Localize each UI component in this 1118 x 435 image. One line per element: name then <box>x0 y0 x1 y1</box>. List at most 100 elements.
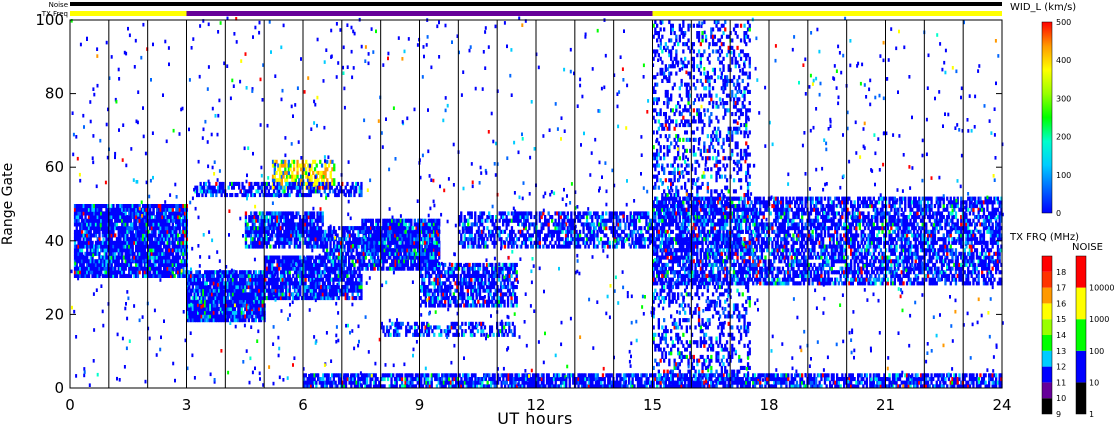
data-cell <box>570 215 573 220</box>
data-cell <box>305 159 308 164</box>
data-cell <box>373 248 376 253</box>
data-cell <box>382 266 385 271</box>
data-cell <box>310 178 313 183</box>
data-cell <box>221 277 224 282</box>
data-cell <box>654 218 657 223</box>
data-cell <box>413 218 416 223</box>
data-cell <box>360 281 363 286</box>
data-cell <box>634 222 638 227</box>
data-cell <box>175 229 178 234</box>
data-cell <box>329 244 332 249</box>
data-cell <box>280 181 283 186</box>
data-cell <box>619 222 622 227</box>
data-cell <box>140 262 143 267</box>
data-cell <box>178 255 181 260</box>
data-cell <box>322 178 325 183</box>
data-cell <box>478 292 482 297</box>
data-cell <box>154 229 157 234</box>
data-cell <box>589 226 592 231</box>
data-cell <box>253 222 256 227</box>
data-cell <box>599 237 603 242</box>
data-cell <box>348 237 351 242</box>
data-cell <box>173 273 176 278</box>
data-cell <box>422 251 425 256</box>
data-cell <box>492 285 496 290</box>
data-cell <box>168 255 171 260</box>
data-cell <box>493 222 496 227</box>
data-cell <box>260 233 263 238</box>
data-cell <box>499 288 503 293</box>
data-cell <box>413 248 416 253</box>
data-cell <box>384 255 387 260</box>
data-cell <box>110 237 113 242</box>
data-cell <box>508 270 511 275</box>
data-cell <box>276 281 279 286</box>
data-cell <box>422 248 425 253</box>
data-cell <box>608 244 611 249</box>
data-cell <box>538 240 541 245</box>
data-cell <box>596 229 599 234</box>
data-cell <box>512 237 515 242</box>
data-cell <box>371 222 374 227</box>
data-cell <box>272 229 275 234</box>
data-cell <box>466 288 469 293</box>
data-cell <box>309 240 312 245</box>
data-cell <box>463 296 466 301</box>
data-cell <box>150 237 154 242</box>
data-cell <box>512 281 515 286</box>
data-cell <box>369 229 372 234</box>
data-cell <box>367 240 371 245</box>
data-cell <box>294 178 297 183</box>
data-cell <box>328 255 332 260</box>
data-cell <box>333 167 336 172</box>
data-cell <box>334 229 337 234</box>
data-cell <box>487 277 490 282</box>
data-cell <box>191 285 194 290</box>
data-cell <box>382 262 385 267</box>
data-cell <box>575 229 578 234</box>
data-cell <box>613 226 617 231</box>
data-cell <box>411 266 415 271</box>
data-cell <box>473 299 476 304</box>
data-cell <box>114 251 117 256</box>
data-cell <box>552 244 555 249</box>
data-cell <box>279 229 282 234</box>
data-cell <box>321 218 324 223</box>
data-cell <box>515 262 518 267</box>
data-cell <box>171 207 174 212</box>
data-cell <box>357 233 360 238</box>
data-cell <box>506 299 510 304</box>
data-cell <box>250 211 253 216</box>
data-cell <box>303 163 306 168</box>
data-cell <box>290 237 293 242</box>
data-cell <box>424 303 427 308</box>
data-cell <box>288 285 291 290</box>
data-cell <box>626 218 629 223</box>
data-cell <box>410 218 413 223</box>
data-cell <box>570 233 573 238</box>
data-cell <box>360 248 364 253</box>
data-cell <box>334 259 337 264</box>
data-cell <box>592 240 596 245</box>
data-cell <box>643 244 646 249</box>
data-cell <box>460 211 463 216</box>
data-cell <box>383 229 386 234</box>
data-cell <box>313 159 317 164</box>
data-cell <box>531 233 534 238</box>
data-cell <box>428 277 431 282</box>
data-cell <box>461 288 464 293</box>
data-cell <box>312 211 316 216</box>
data-cell <box>298 237 302 242</box>
data-cell <box>310 167 313 172</box>
data-cell <box>296 159 299 164</box>
data-cell <box>345 237 348 242</box>
data-cell <box>326 167 329 172</box>
data-cell <box>526 218 529 223</box>
data-cell <box>538 218 541 223</box>
data-cell <box>343 233 346 238</box>
data-cell <box>423 233 427 238</box>
data-cell <box>489 292 492 297</box>
data-cell <box>459 262 462 267</box>
data-cell <box>484 281 487 286</box>
data-cell <box>538 237 541 242</box>
